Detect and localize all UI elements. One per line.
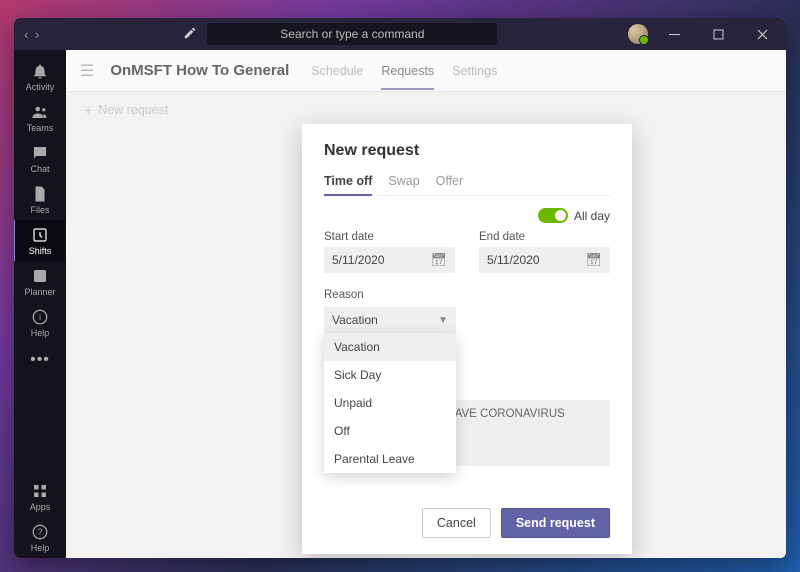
modal-tab-timeoff[interactable]: Time off — [324, 170, 372, 196]
rail-planner[interactable]: Planner — [14, 261, 66, 302]
reason-label: Reason — [324, 289, 364, 301]
reason-option[interactable]: Unpaid — [324, 389, 456, 417]
tab-settings[interactable]: Settings — [452, 52, 497, 90]
rail-help-bottom[interactable]: ? Help — [14, 517, 66, 558]
start-date-label: Start date — [324, 231, 455, 243]
reason-option[interactable]: Vacation — [324, 333, 456, 361]
rail-activity[interactable]: Activity — [14, 56, 66, 97]
rail-chat[interactable]: Chat — [14, 138, 66, 179]
files-icon — [31, 185, 49, 203]
main-content: ☰ OnMSFT How To General Schedule Request… — [66, 50, 786, 558]
compose-icon[interactable] — [179, 26, 201, 43]
top-tabs: Schedule Requests Settings — [311, 52, 497, 90]
calendar-icon: 📅︎ — [585, 252, 602, 268]
svg-text:?: ? — [37, 527, 42, 537]
app-rail: Activity Teams Chat Files Shifts Planner — [14, 50, 66, 558]
modal-tab-offer[interactable]: Offer — [436, 170, 464, 195]
new-request-modal: New request Time off Swap Offer All day … — [302, 124, 632, 554]
svg-text:i: i — [39, 313, 41, 322]
maximize-button[interactable] — [700, 18, 736, 50]
chevron-down-icon: ▼ — [438, 315, 448, 326]
rail-more[interactable]: ••• — [30, 343, 50, 377]
reason-select[interactable]: Vacation ▼ — [324, 307, 456, 333]
shifts-icon — [31, 226, 49, 244]
rail-shifts[interactable]: Shifts — [14, 220, 65, 261]
app-window: ‹ › Search or type a command Activity Te… — [14, 18, 786, 558]
all-day-label: All day — [574, 209, 610, 223]
back-icon[interactable]: ‹ — [24, 26, 29, 42]
hamburger-icon[interactable]: ☰ — [80, 61, 94, 81]
planner-icon — [31, 267, 49, 285]
help-circle-icon: ? — [31, 523, 49, 541]
history-nav: ‹ › — [14, 26, 49, 42]
start-date-input[interactable]: 5/11/2020 📅︎ — [324, 247, 455, 273]
search-input[interactable]: Search or type a command — [207, 23, 497, 45]
plus-icon: + — [84, 102, 92, 118]
tab-schedule[interactable]: Schedule — [311, 52, 363, 90]
calendar-icon: 📅︎ — [430, 252, 447, 268]
apps-icon — [31, 482, 49, 500]
reason-option[interactable]: Parental Leave — [324, 445, 456, 473]
rail-help[interactable]: i Help — [14, 302, 66, 343]
teams-icon — [31, 103, 49, 121]
send-request-button[interactable]: Send request — [501, 508, 610, 538]
cancel-button[interactable]: Cancel — [422, 508, 491, 538]
end-date-input[interactable]: 5/11/2020 📅︎ — [479, 247, 610, 273]
reason-option[interactable]: Sick Day — [324, 361, 456, 389]
reason-dropdown: Vacation Sick Day Unpaid Off Parental Le… — [324, 333, 456, 473]
minimize-button[interactable] — [656, 18, 692, 50]
user-avatar[interactable] — [628, 24, 648, 44]
bell-icon — [31, 62, 49, 80]
search-placeholder: Search or type a command — [280, 27, 424, 41]
note-textarea[interactable]: I HAVE CORONAVIRUS — [430, 400, 610, 466]
end-date-label: End date — [479, 231, 610, 243]
help-icon: i — [31, 308, 49, 326]
tab-requests[interactable]: Requests — [381, 52, 434, 90]
title-bar: ‹ › Search or type a command — [14, 18, 786, 50]
rail-teams[interactable]: Teams — [14, 97, 66, 138]
channel-title: OnMSFT How To General — [110, 62, 289, 79]
rail-files[interactable]: Files — [14, 179, 66, 220]
reason-option[interactable]: Off — [324, 417, 456, 445]
all-day-toggle[interactable] — [538, 208, 568, 223]
modal-title: New request — [324, 142, 610, 160]
chat-icon — [31, 144, 49, 162]
forward-icon[interactable]: › — [35, 26, 40, 42]
modal-tab-swap[interactable]: Swap — [388, 170, 419, 195]
content-header: ☰ OnMSFT How To General Schedule Request… — [66, 50, 786, 92]
new-request-link[interactable]: + New request — [66, 92, 786, 128]
close-button[interactable] — [744, 18, 780, 50]
rail-apps[interactable]: Apps — [14, 476, 66, 517]
modal-tabs: Time off Swap Offer — [324, 170, 610, 196]
